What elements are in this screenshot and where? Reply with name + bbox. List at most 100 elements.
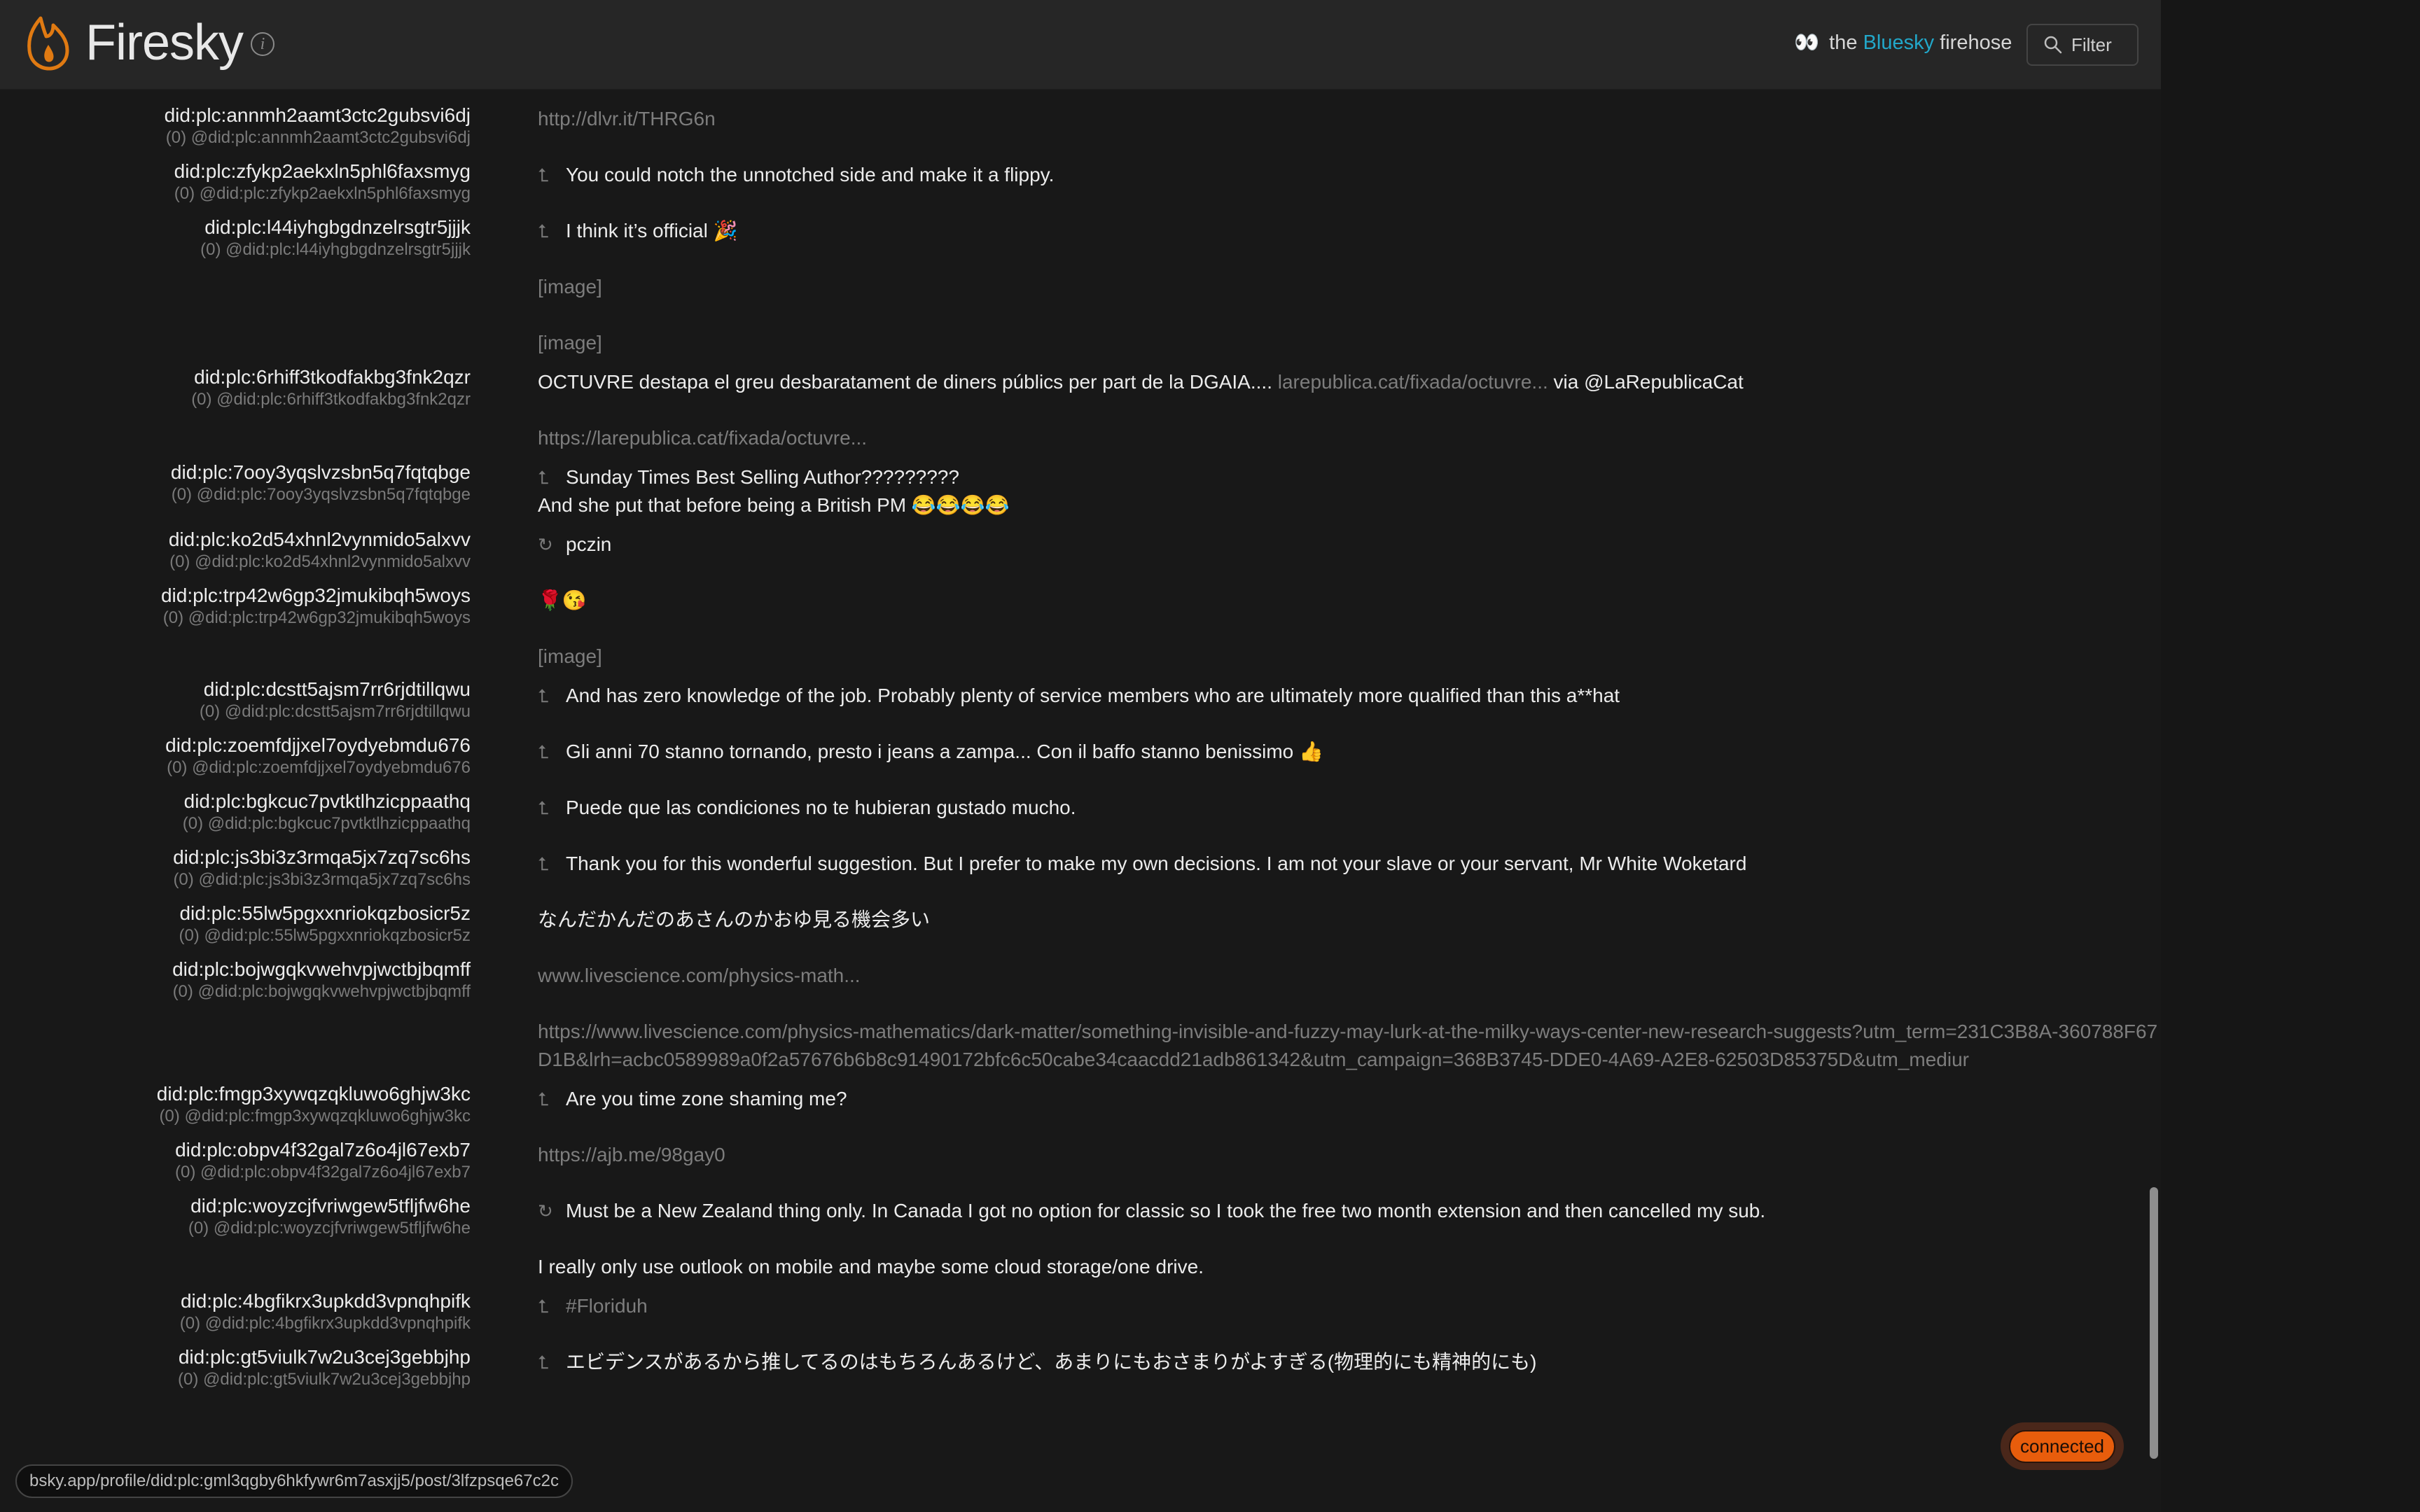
author-entry[interactable]: did:plc:55lw5pgxxnriokqzbosicr5z (0) @did… xyxy=(0,902,471,946)
author-entry[interactable]: did:plc:gt5viulk7w2u3cej3gebbjhp (0) @did… xyxy=(0,1345,471,1390)
reply-icon: ⮤ xyxy=(538,685,549,706)
eyes-icon: 👀 xyxy=(1794,31,1820,54)
author-did[interactable]: did:plc:woyzcjfvriwgew5tfljfw6he xyxy=(0,1194,471,1218)
author-did[interactable]: did:plc:bgkcuc7pvtktlhzicppaathq xyxy=(0,790,471,813)
author-did[interactable]: did:plc:7ooy3yqslvzsbn5q7fqtqbge xyxy=(0,461,471,484)
author-did[interactable]: did:plc:gt5viulk7w2u3cej3gebbjhp xyxy=(0,1345,471,1369)
image-placeholder[interactable]: [image] xyxy=(538,643,602,671)
post-item[interactable]: ⮤ エビデンスがあるから推してるのはもちろんあるけど、あまりにもおさまりがよすぎる… xyxy=(538,1348,1536,1376)
author-entry[interactable]: did:plc:obpv4f32gal7z6o4jl67exb7 (0) @did… xyxy=(0,1138,471,1183)
tagline-prefix: the xyxy=(1829,31,1858,54)
author-did[interactable]: did:plc:6rhiff3tkodfakbg3fnk2qzr xyxy=(0,365,471,389)
author-did[interactable]: did:plc:trp42w6gp32jmukibqh5woys xyxy=(0,584,471,608)
post-link[interactable]: http://dlvr.it/THRG6n xyxy=(538,105,716,133)
author-entry[interactable]: did:plc:l44iyhgbgdnzelrsgtr5jjjk (0) @did… xyxy=(0,216,471,260)
hover-url-preview: bsky.app/profile/did:plc:gml3qgby6hkfywr… xyxy=(15,1464,573,1498)
author-did[interactable]: did:plc:4bgfikrx3upkdd3vpnqhpifk xyxy=(0,1289,471,1313)
author-did[interactable]: did:plc:zoemfdjjxel7oydyebmdu676 xyxy=(0,734,471,757)
author-entry[interactable]: did:plc:woyzcjfvriwgew5tfljfw6he (0) @did… xyxy=(0,1194,471,1239)
post-item[interactable]: ↻ Must be a New Zealand thing only. In Ca… xyxy=(538,1197,1765,1225)
post-link[interactable]: https://larepublica.cat/fixada/octuvre..… xyxy=(538,424,867,452)
post-text: Thank you for this wonderful suggestion.… xyxy=(566,853,1747,874)
post-suffix: via @LaRepublicaCat xyxy=(1553,371,1744,393)
reply-icon: ⮤ xyxy=(538,1296,549,1317)
post-item[interactable]: ⮤ Puede que las condiciones no te hubiera… xyxy=(538,794,1076,822)
repost-icon: ↻ xyxy=(538,534,553,555)
post-item[interactable]: ⮤ Sunday Times Best Selling Author???????… xyxy=(538,463,1009,519)
post-text: Puede que las condiciones no te hubieran… xyxy=(566,797,1076,818)
post-link[interactable]: www.livescience.com/physics-math... xyxy=(538,962,861,990)
reply-icon: ⮤ xyxy=(538,1088,549,1110)
author-did[interactable]: did:plc:js3bi3z3rmqa5jx7zq7sc6hs xyxy=(0,846,471,869)
info-icon[interactable]: i xyxy=(251,32,274,56)
author-entry[interactable]: did:plc:6rhiff3tkodfakbg3fnk2qzr (0) @did… xyxy=(0,365,471,410)
repost-icon: ↻ xyxy=(538,1200,553,1222)
author-column: did:plc:annmh2aamt3ctc2gubsvi6dj (0) @did… xyxy=(0,90,490,1462)
author-did[interactable]: did:plc:dcstt5ajsm7rr6rjdtillqwu xyxy=(0,678,471,701)
post-item[interactable]: OCTUVRE destapa el greu desbaratament de… xyxy=(538,368,1744,396)
author-did[interactable]: did:plc:obpv4f32gal7z6o4jl67exb7 xyxy=(0,1138,471,1162)
reply-icon: ⮤ xyxy=(538,741,549,762)
author-handle: (0) @did:plc:bgkcuc7pvtktlhzicppaathq xyxy=(182,814,471,833)
post-text: OCTUVRE destapa el greu desbaratament de… xyxy=(538,371,1272,393)
post-item[interactable]: ⮤ Gli anni 70 stanno tornando, presto i j… xyxy=(538,738,1323,766)
post-text: Sunday Times Best Selling Author????????… xyxy=(566,466,959,488)
bluesky-link[interactable]: Bluesky xyxy=(1863,31,1935,54)
post-link[interactable]: https://www.livescience.com/physics-math… xyxy=(538,1018,2161,1074)
post-item[interactable]: ⮤ You could notch the unnotched side and … xyxy=(538,161,1054,189)
author-handle: (0) @did:plc:6rhiff3tkodfakbg3fnk2qzr xyxy=(191,390,471,409)
search-icon xyxy=(2044,36,2062,54)
flame-logo-icon[interactable] xyxy=(25,15,70,71)
post-item[interactable]: ⮤ Thank you for this wonderful suggestion… xyxy=(538,850,1746,878)
author-did[interactable]: did:plc:55lw5pgxxnriokqzbosicr5z xyxy=(0,902,471,925)
author-did[interactable]: did:plc:bojwgqkvwehvpjwctbjbqmff xyxy=(0,958,471,981)
image-placeholder[interactable]: [image] xyxy=(538,273,602,301)
author-did[interactable]: did:plc:l44iyhgbgdnzelrsgtr5jjjk xyxy=(0,216,471,239)
post-item[interactable]: ↻ pczin xyxy=(538,531,611,559)
author-did[interactable]: did:plc:annmh2aamt3ctc2gubsvi6dj xyxy=(0,104,471,127)
post-link[interactable]: https://ajb.me/98gay0 xyxy=(538,1141,725,1169)
filter-label: Filter xyxy=(2071,34,2112,55)
author-entry[interactable]: did:plc:ko2d54xhnl2vynmido5alxvv (0) @did… xyxy=(0,528,471,573)
post-text: pczin xyxy=(566,533,612,555)
page-margin xyxy=(2161,0,2420,1512)
author-entry[interactable]: did:plc:zoemfdjjxel7oydyebmdu676 (0) @did… xyxy=(0,734,471,778)
author-entry[interactable]: did:plc:bojwgqkvwehvpjwctbjbqmff (0) @did… xyxy=(0,958,471,1002)
author-did[interactable]: did:plc:fmgp3xywqzqkluwo6ghjw3kc xyxy=(0,1082,471,1106)
post-item[interactable]: ⮤ I think it’s official 🎉 xyxy=(538,217,737,245)
post-item[interactable]: ⮤ #Floriduh xyxy=(538,1292,648,1320)
author-entry[interactable]: did:plc:trp42w6gp32jmukibqh5woys (0) @did… xyxy=(0,584,471,629)
author-entry[interactable]: did:plc:annmh2aamt3ctc2gubsvi6dj (0) @did… xyxy=(0,104,471,148)
reply-icon: ⮤ xyxy=(538,467,549,488)
post-text: Must be a New Zealand thing only. In Can… xyxy=(566,1200,1766,1222)
author-entry[interactable]: did:plc:dcstt5ajsm7rr6rjdtillqwu (0) @did… xyxy=(0,678,471,722)
post-text-line2: And she put that before being a British … xyxy=(538,494,1010,516)
post-item[interactable]: I really only use outlook on mobile and … xyxy=(538,1253,1204,1281)
image-placeholder[interactable]: [image] xyxy=(538,329,602,357)
author-handle: (0) @did:plc:trp42w6gp32jmukibqh5woys xyxy=(162,608,471,627)
author-handle: (0) @did:plc:bojwgqkvwehvpjwctbjbqmff xyxy=(172,982,471,1001)
author-entry[interactable]: did:plc:js3bi3z3rmqa5jx7zq7sc6hs (0) @did… xyxy=(0,846,471,890)
post-item[interactable]: なんだかんだのあさんのかおゆ見る機会多い xyxy=(538,906,930,934)
author-handle: (0) @did:plc:55lw5pgxxnriokqzbosicr5z xyxy=(179,926,471,945)
author-did[interactable]: did:plc:zfykp2aekxln5phl6faxsmyg xyxy=(0,160,471,183)
post-item[interactable]: ⮤ Are you time zone shaming me? xyxy=(538,1085,847,1113)
scrollbar-thumb[interactable] xyxy=(2150,1187,2158,1459)
post-item[interactable]: 🌹😘 xyxy=(538,587,587,615)
author-entry[interactable]: did:plc:4bgfikrx3upkdd3vpnqhpifk (0) @did… xyxy=(0,1289,471,1334)
connection-status-badge: connected xyxy=(2001,1422,2124,1470)
post-text: Are you time zone shaming me? xyxy=(566,1088,847,1110)
author-entry[interactable]: did:plc:fmgp3xywqzqkluwo6ghjw3kc (0) @did… xyxy=(0,1082,471,1127)
post-text: I think it’s official 🎉 xyxy=(566,220,738,241)
author-handle: (0) @did:plc:woyzcjfvriwgew5tfljfw6he xyxy=(188,1219,471,1238)
post-text: Gli anni 70 stanno tornando, presto i je… xyxy=(566,741,1323,762)
author-entry[interactable]: did:plc:bgkcuc7pvtktlhzicppaathq (0) @did… xyxy=(0,790,471,834)
post-item[interactable]: ⮤ And has zero knowledge of the job. Prob… xyxy=(538,682,1620,710)
post-inline-link[interactable]: larepublica.cat/fixada/octuvre... xyxy=(1278,371,1548,393)
author-entry[interactable]: did:plc:zfykp2aekxln5phl6faxsmyg (0) @did… xyxy=(0,160,471,204)
reply-icon: ⮤ xyxy=(538,1352,549,1373)
filter-button[interactable]: Filter xyxy=(2026,24,2139,66)
author-did[interactable]: did:plc:ko2d54xhnl2vynmido5alxvv xyxy=(0,528,471,552)
author-entry[interactable]: did:plc:7ooy3yqslvzsbn5q7fqtqbge (0) @did… xyxy=(0,461,471,505)
reply-icon: ⮤ xyxy=(538,220,549,241)
